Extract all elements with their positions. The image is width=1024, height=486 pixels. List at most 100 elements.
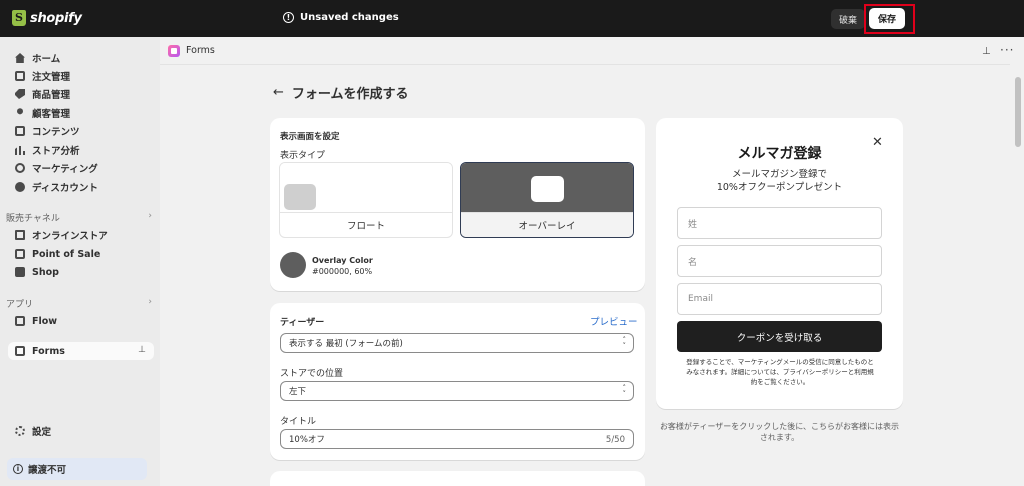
content-icon	[15, 126, 25, 136]
sidebar-item-orders[interactable]: 注文管理	[15, 68, 70, 84]
display-type-overlay-option[interactable]: オーバーレイ	[460, 162, 634, 238]
store-icon	[15, 230, 25, 240]
apps-heading[interactable]: アプリ ›	[6, 297, 152, 310]
shopify-bag-icon	[12, 10, 26, 26]
home-icon	[15, 53, 25, 63]
sidebar-item-label: Shop	[32, 266, 59, 278]
more-options-icon[interactable]: ···	[1000, 43, 1014, 57]
target-icon	[15, 163, 25, 173]
overlay-color-swatch[interactable]	[280, 252, 306, 278]
sidebar-item-analytics[interactable]: ストア分析	[15, 142, 80, 158]
sidebar-item-content[interactable]: コンテンツ	[15, 123, 80, 139]
teaser-card: ティーザー プレビュー 表示する 最初 (フォームの前) ˄ ˅ ストアでの位置 …	[270, 303, 645, 460]
sidebar-item-products[interactable]: 商品管理	[15, 86, 70, 102]
page-title-row: ← フォームを作成する	[273, 83, 409, 102]
pos-icon	[15, 249, 25, 259]
teaser-preview-link[interactable]: プレビュー	[590, 314, 638, 328]
pin-icon[interactable]: ⊥	[982, 46, 991, 57]
teaser-title: ティーザー	[280, 318, 325, 328]
main-content: Forms ⊥ ··· ← フォームを作成する 表示画面を設定 表示タイプ フロ…	[160, 37, 1024, 486]
display-type-float-option[interactable]: フロート	[279, 162, 453, 238]
forms-app-icon	[168, 44, 180, 57]
sidebar-item-label: ホーム	[32, 54, 61, 65]
save-button[interactable]: 保存	[869, 8, 905, 29]
person-icon	[17, 108, 23, 115]
preview-subtitle-line1: メールマガジン登録で	[731, 169, 827, 180]
display-type-label: 表示タイプ	[280, 151, 326, 161]
sidebar-item-forms[interactable]: Forms ⊥	[8, 342, 154, 360]
sidebar-item-label: ディスカウント	[32, 183, 98, 194]
sidebar-item-discounts[interactable]: ディスカウント	[15, 179, 98, 195]
unsaved-changes-text: Unsaved changes	[300, 12, 399, 23]
discount-icon	[15, 182, 25, 192]
pin-icon[interactable]: ⊥	[138, 345, 146, 355]
scrollbar[interactable]	[1012, 65, 1024, 486]
sidebar-item-label: 注文管理	[32, 72, 71, 83]
sidebar-item-label: 設定	[32, 427, 52, 438]
gear-icon	[15, 426, 25, 436]
app-name: Forms	[186, 45, 215, 56]
sidebar-item-forms-content: Forms	[15, 343, 65, 359]
overlay-preview-shape	[531, 176, 564, 202]
display-section-title: 表示画面を設定	[280, 132, 340, 142]
preview-note: お客様がティーザーをクリックした後に、こちらがお客様には表示されます。	[659, 422, 900, 442]
sales-channels-heading[interactable]: 販売チャネル ›	[6, 211, 152, 224]
position-select-value: 左下	[289, 387, 307, 397]
overlay-thumbnail	[461, 163, 633, 213]
teaser-title-input[interactable]: 10%オフ 5/50	[280, 429, 634, 449]
sidebar-item-label: マーケティング	[32, 164, 98, 175]
page-title: フォームを作成する	[291, 87, 409, 102]
sidebar-item-point-of-sale[interactable]: Point of Sale	[15, 246, 100, 262]
teaser-show-select[interactable]: 表示する 最初 (フォームの前) ˄ ˅	[280, 333, 634, 353]
bar-chart-icon	[15, 146, 25, 155]
sidebar-item-shop[interactable]: Shop	[15, 264, 59, 280]
float-thumbnail	[280, 163, 452, 213]
float-preview-shape	[284, 184, 316, 210]
sidebar: ホーム 注文管理 商品管理 顧客管理 コンテンツ ストア分析 マーケティング デ…	[0, 37, 160, 486]
position-label: ストアでの位置	[280, 369, 344, 379]
sidebar-item-settings[interactable]: 設定	[15, 423, 51, 439]
warning-icon: !	[283, 12, 294, 23]
select-arrows-icon: ˄ ˅	[622, 336, 627, 350]
form-preview-card: ✕ メルマガ登録 メールマガジン登録で 10%オフクーポンプレゼント 姓 名 E…	[656, 118, 903, 409]
scrollbar-thumb[interactable]	[1015, 77, 1021, 147]
consent-fine-print: 登録することで、マーケティングメールの受信に同意したものとみなされます。詳細につ…	[686, 358, 874, 386]
sidebar-item-label: 商品管理	[32, 90, 71, 101]
sidebar-item-online-store[interactable]: オンラインストア	[15, 227, 108, 243]
char-count: 5/50	[605, 435, 625, 445]
chevron-right-icon: ›	[148, 211, 152, 221]
teaser-show-select-value: 表示する 最初 (フォームの前)	[289, 339, 403, 349]
get-coupon-button[interactable]: クーポンを受け取る	[677, 321, 882, 352]
app-header: Forms	[160, 37, 1010, 65]
email-field[interactable]: Email	[677, 283, 882, 315]
teaser-title-value: 10%オフ	[289, 435, 325, 445]
top-bar: shopify ! Unsaved changes 破棄 保存	[0, 0, 1024, 37]
overlay-color-name: Overlay Color	[312, 256, 373, 265]
position-select[interactable]: 左下 ˄ ˅	[280, 381, 634, 401]
sidebar-item-marketing[interactable]: マーケティング	[15, 160, 98, 176]
back-arrow-icon[interactable]: ←	[273, 85, 284, 100]
sidebar-item-label: Point of Sale	[32, 248, 101, 260]
last-name-field[interactable]: 姓	[677, 207, 882, 239]
brand-name: shopify	[30, 10, 82, 26]
forms-icon	[15, 346, 25, 356]
sidebar-item-customers[interactable]: 顧客管理	[15, 105, 70, 121]
float-option-label: フロート	[280, 212, 452, 237]
teaser-title-label: タイトル	[280, 417, 317, 427]
shopify-logo[interactable]: shopify	[12, 10, 82, 26]
select-arrows-icon: ˄ ˅	[622, 384, 627, 398]
sidebar-item-label: ストア分析	[32, 146, 80, 157]
preview-subtitle-line2: 10%オフクーポンプレゼント	[716, 182, 843, 193]
store-status-text: 譲渡不可	[28, 465, 67, 476]
store-status-banner[interactable]: i 譲渡不可	[7, 458, 147, 480]
display-settings-card: 表示画面を設定 表示タイプ フロート オーバーレイ Overlay Color …	[270, 118, 645, 291]
info-icon: i	[13, 464, 23, 474]
unsaved-changes-indicator: ! Unsaved changes	[283, 12, 399, 23]
sidebar-item-home[interactable]: ホーム	[15, 50, 60, 66]
sidebar-item-flow[interactable]: Flow	[15, 313, 57, 329]
overlay-option-label: オーバーレイ	[461, 212, 633, 237]
discard-button[interactable]: 破棄	[831, 9, 865, 29]
sales-channels-heading-text: 販売チャネル	[6, 214, 60, 224]
preview-title: メルマガ登録	[737, 146, 822, 162]
first-name-field[interactable]: 名	[677, 245, 882, 277]
